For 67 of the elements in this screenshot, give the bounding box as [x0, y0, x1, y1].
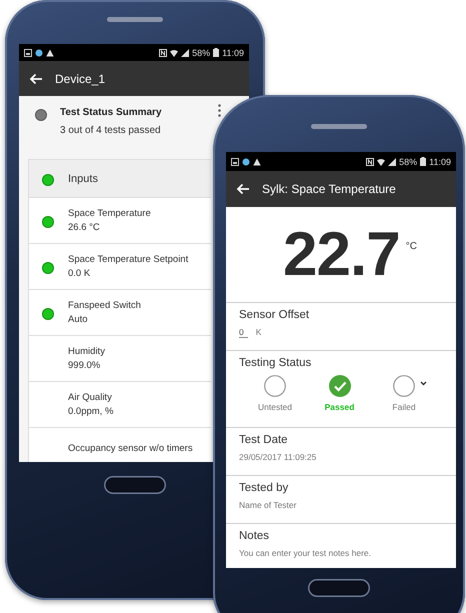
speaker-grille [311, 124, 367, 129]
battery-icon [213, 48, 220, 57]
status-option-label: Untested [258, 402, 292, 412]
screen-title: Sylk: Space Temperature [262, 182, 396, 196]
tester-name-field[interactable]: Name of Tester [239, 500, 439, 510]
field-label: Test Date [239, 434, 289, 446]
group-title: Inputs [68, 172, 98, 184]
field-label: Testing Status [239, 357, 312, 369]
item-name: Occupancy sensor w/o timers [68, 442, 193, 454]
test-date-value: 29/05/2017 11:09:25 [239, 452, 318, 462]
clock-time: 11:09 [222, 48, 244, 58]
speaker-grille [107, 17, 163, 22]
warning-icon [253, 158, 261, 166]
input-item[interactable]: Fanspeed Switch Auto [29, 290, 211, 336]
back-arrow-icon[interactable] [236, 183, 250, 195]
image-notification-icon [24, 48, 32, 56]
offset-unit: K [256, 327, 262, 337]
clock-time: 11:09 [429, 156, 451, 166]
input-item[interactable]: Air Quality 0.0ppm, % [29, 382, 211, 428]
summary-title: Test Status Summary [60, 107, 162, 118]
nfc-icon [159, 48, 168, 56]
item-name: Space Temperature [68, 208, 151, 219]
item-name: Humidity [68, 346, 105, 357]
input-item[interactable]: Space Temperature Setpoint 0.0 K [29, 244, 211, 290]
summary-text: 3 out of 4 tests passed [60, 125, 162, 136]
radio-circle-icon[interactable] [393, 375, 415, 397]
image-notification-icon [231, 158, 239, 166]
field-label: Notes [239, 530, 270, 542]
nfc-icon [366, 158, 374, 166]
battery-percentage: 58% [192, 48, 210, 58]
item-name: Fanspeed Switch [68, 300, 141, 311]
item-name: Air Quality [68, 392, 113, 403]
input-item[interactable]: Humidity 999.0% [29, 336, 211, 382]
input-item[interactable]: Occupancy sensor w/o timers [29, 428, 211, 462]
field-label: Sensor Offset [239, 309, 310, 321]
globe-icon [35, 48, 43, 56]
item-value: 0.0 K [68, 268, 92, 279]
battery-icon [420, 157, 426, 166]
item-value: 26.6 °C [68, 222, 101, 233]
temperature-reading: 22.7 [283, 219, 400, 290]
home-button[interactable] [308, 579, 370, 597]
home-button[interactable] [104, 476, 166, 494]
item-value: 0.0ppm, % [68, 406, 114, 417]
item-value: Auto [68, 314, 89, 325]
wifi-icon [170, 48, 178, 56]
item-name: Space Temperature Setpoint [68, 254, 188, 265]
check-circle-icon[interactable] [328, 375, 350, 397]
signal-icon [181, 48, 190, 56]
more-options-icon[interactable] [218, 104, 221, 117]
group-header[interactable]: Inputs [29, 160, 211, 198]
temperature-unit: °C [406, 241, 417, 252]
screen-title: Device_1 [55, 72, 106, 86]
warning-icon [46, 48, 54, 56]
status-option-label: Failed [392, 402, 416, 412]
battery-percentage: 58% [399, 156, 418, 166]
back-arrow-icon[interactable] [29, 72, 43, 84]
notes-field[interactable]: You can enter your test notes here. [239, 548, 439, 558]
globe-icon [242, 158, 250, 166]
wifi-icon [377, 158, 386, 166]
item-value: 999.0% [68, 360, 102, 371]
input-item[interactable]: Space Temperature 26.6 °C [29, 198, 211, 244]
chevron-down-icon[interactable] [420, 381, 427, 386]
signal-icon [388, 158, 396, 166]
field-label: Tested by [239, 482, 290, 494]
offset-input-field[interactable]: 0 [239, 327, 248, 338]
radio-circle-icon[interactable] [264, 375, 286, 397]
status-option-label: Passed [324, 402, 354, 412]
